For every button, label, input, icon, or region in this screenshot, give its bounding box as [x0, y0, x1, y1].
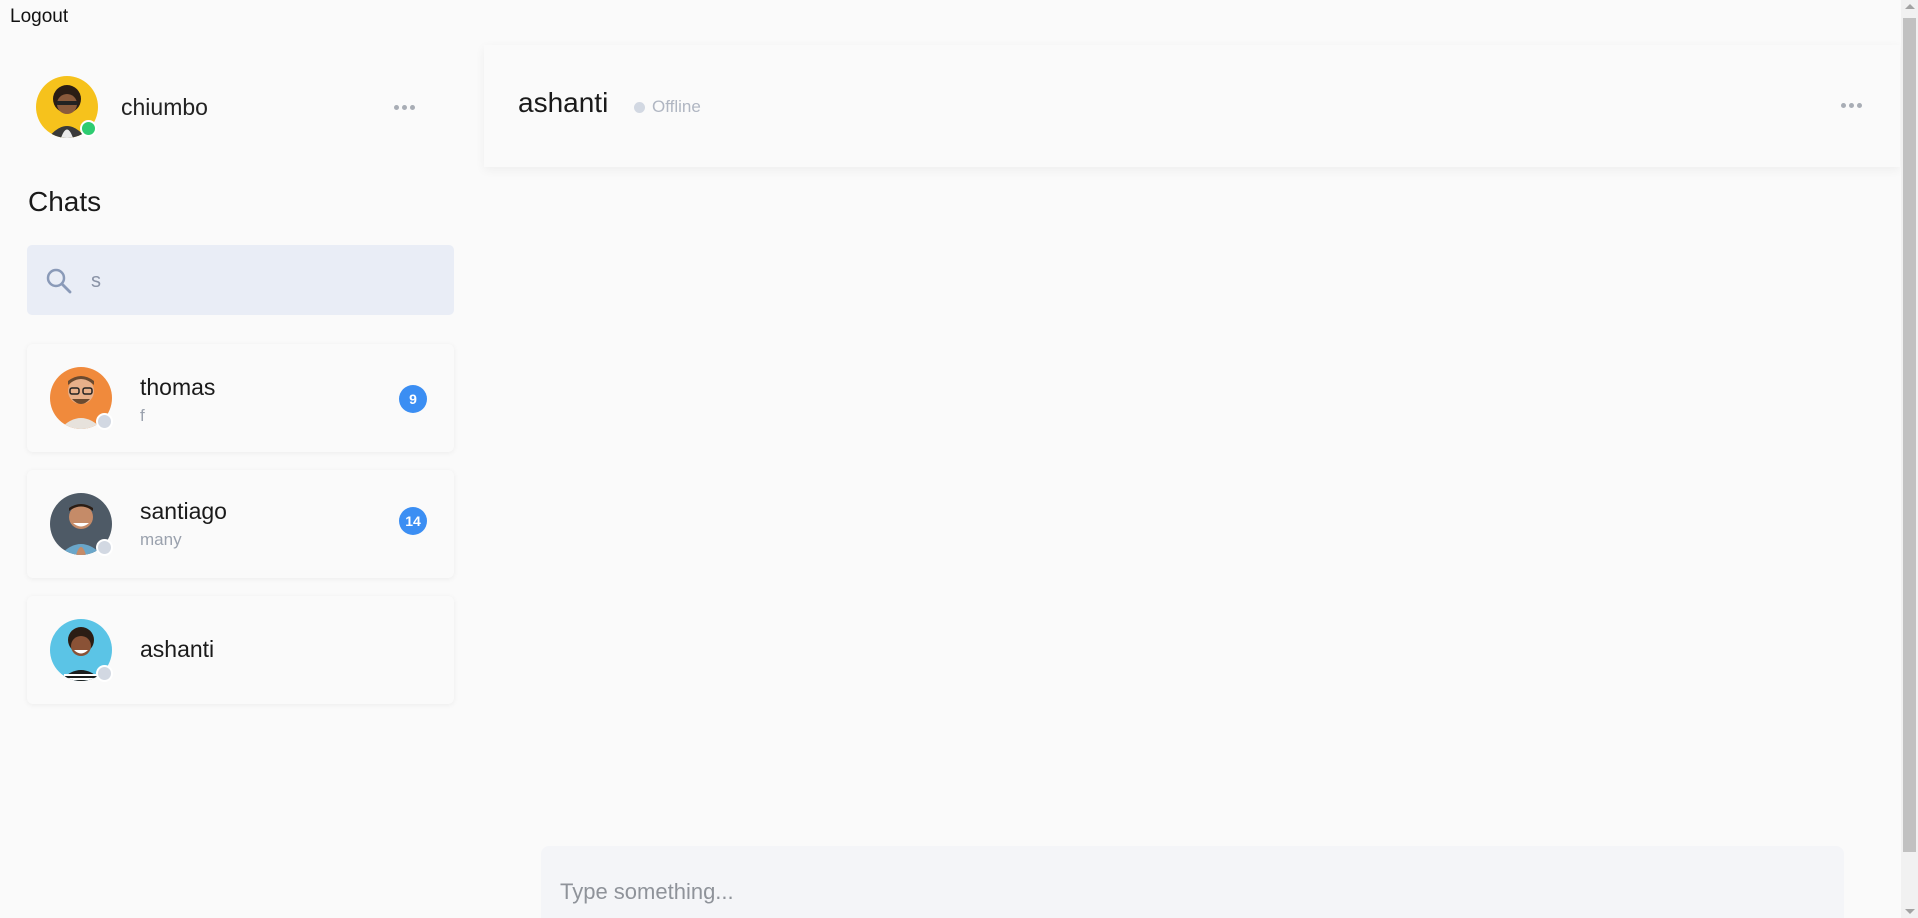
chat-last-message: f	[140, 406, 145, 425]
page-scrollbar[interactable]	[1901, 0, 1918, 918]
contact-status: Offline	[634, 97, 701, 117]
message-composer	[541, 846, 1844, 918]
offline-status-dot	[96, 413, 113, 430]
chat-search	[27, 245, 454, 317]
chat-contact-name: ashanti	[140, 636, 215, 662]
chat-contact-name: santiago	[140, 498, 227, 524]
conversation-more-icon[interactable]	[1841, 103, 1862, 108]
chat-item-santiago[interactable]: santiago many 14	[27, 470, 454, 578]
chat-last-message: many	[140, 530, 182, 549]
search-input[interactable]	[89, 245, 443, 317]
profile-more-icon[interactable]	[394, 105, 415, 110]
scroll-down-icon[interactable]	[1905, 909, 1915, 914]
sidebar: chiumbo Chats s thomas f 9 santiago many…	[0, 40, 470, 918]
unread-count-badge: 9	[399, 385, 427, 413]
scroll-up-icon[interactable]	[1905, 4, 1915, 9]
current-user-name: chiumbo	[121, 94, 208, 120]
unread-count-badge: 14	[399, 507, 427, 535]
contact-status-label: Offline	[652, 97, 701, 116]
message-input[interactable]	[558, 866, 1822, 918]
current-user-profile: chiumbo	[36, 76, 426, 138]
scrollbar-thumb[interactable]	[1903, 18, 1916, 852]
chats-heading: Chats	[28, 186, 102, 217]
offline-status-dot	[96, 539, 113, 556]
conversation-header: ashanti Offline	[484, 45, 1900, 167]
logout-link[interactable]: Logout	[10, 6, 68, 28]
search-icon	[45, 267, 73, 300]
chat-item-ashanti[interactable]: ashanti	[27, 596, 454, 704]
offline-status-dot	[96, 665, 113, 682]
online-status-dot	[80, 120, 97, 137]
conversation-title: ashanti	[518, 87, 609, 118]
chat-contact-name: thomas	[140, 374, 216, 400]
chat-item-thomas[interactable]: thomas f 9	[27, 344, 454, 452]
offline-status-dot	[634, 101, 645, 113]
